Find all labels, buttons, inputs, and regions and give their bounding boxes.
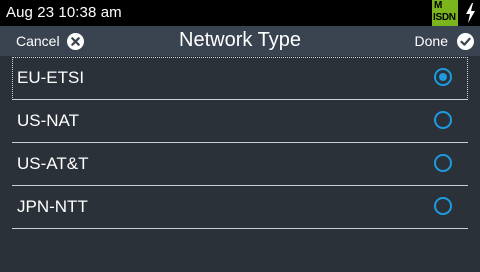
power-bolt-icon bbox=[466, 3, 475, 23]
status-bar: Aug 23 10:38 am M ISDN bbox=[0, 0, 480, 26]
done-check-icon bbox=[457, 32, 474, 50]
option-label: EU-ETSI bbox=[17, 68, 85, 87]
option-jpn-ntt[interactable]: JPN-NTT bbox=[12, 186, 468, 229]
radio-unselected-icon[interactable] bbox=[434, 154, 452, 172]
radio-unselected-icon[interactable] bbox=[434, 197, 452, 215]
done-label: Done bbox=[414, 33, 448, 49]
done-button[interactable]: Done bbox=[415, 26, 474, 56]
isdn-badge-top: M bbox=[434, 0, 443, 11]
isdn-badge-bottom: ISDN bbox=[433, 12, 456, 23]
radio-unselected-icon[interactable] bbox=[434, 111, 452, 129]
option-label: US-NAT bbox=[17, 111, 80, 130]
option-us-nat[interactable]: US-NAT bbox=[12, 100, 468, 143]
network-type-list: EU-ETSI US-NAT US-AT&T JPN-NTT bbox=[12, 57, 468, 229]
radio-selected-icon[interactable] bbox=[434, 68, 452, 86]
option-us-att[interactable]: US-AT&T bbox=[12, 143, 468, 186]
option-eu-etsi[interactable]: EU-ETSI bbox=[12, 57, 468, 100]
option-label: US-AT&T bbox=[17, 154, 89, 173]
isdn-status-icon: M ISDN bbox=[432, 0, 458, 26]
page-title: Network Type bbox=[179, 29, 301, 51]
title-bar: Cancel Network Type Done bbox=[0, 26, 480, 56]
option-label: JPN-NTT bbox=[17, 197, 88, 216]
status-datetime: Aug 23 10:38 am bbox=[6, 4, 122, 21]
